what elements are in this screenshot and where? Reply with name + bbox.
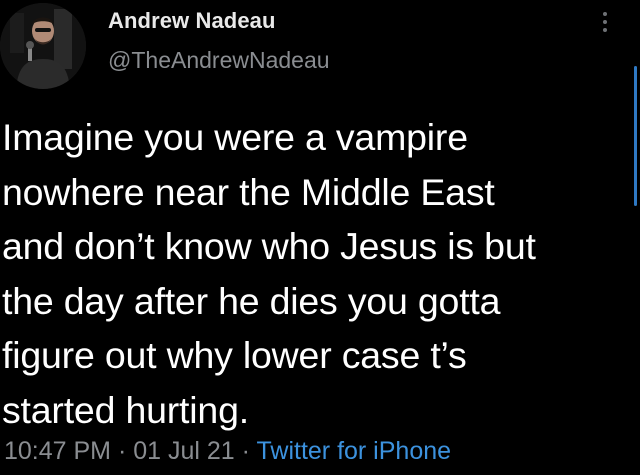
avatar-photo bbox=[0, 3, 86, 89]
avatar[interactable] bbox=[0, 3, 86, 89]
tweet-meta: 10:47 PM · 01 Jul 21 · Twitter for iPhon… bbox=[4, 437, 451, 466]
tweet-source-link[interactable]: Twitter for iPhone bbox=[257, 437, 452, 465]
tweet-date[interactable]: 01 Jul 21 bbox=[133, 437, 234, 465]
author-handle[interactable]: @TheAndrewNadeau bbox=[108, 47, 330, 74]
more-vertical-icon bbox=[603, 20, 607, 24]
author-display-name[interactable]: Andrew Nadeau bbox=[108, 8, 276, 34]
tweet-card: Andrew Nadeau @TheAndrewNadeau Imagine y… bbox=[0, 0, 640, 475]
more-options-button[interactable] bbox=[594, 6, 616, 38]
tweet-text: Imagine you were a vampire nowhere near … bbox=[2, 116, 536, 431]
meta-separator: · bbox=[241, 437, 250, 465]
scroll-indicator[interactable] bbox=[634, 66, 637, 206]
meta-separator: · bbox=[117, 437, 127, 465]
more-vertical-icon bbox=[603, 28, 607, 32]
more-vertical-icon bbox=[603, 12, 607, 16]
tweet-time[interactable]: 10:47 PM bbox=[4, 437, 111, 465]
